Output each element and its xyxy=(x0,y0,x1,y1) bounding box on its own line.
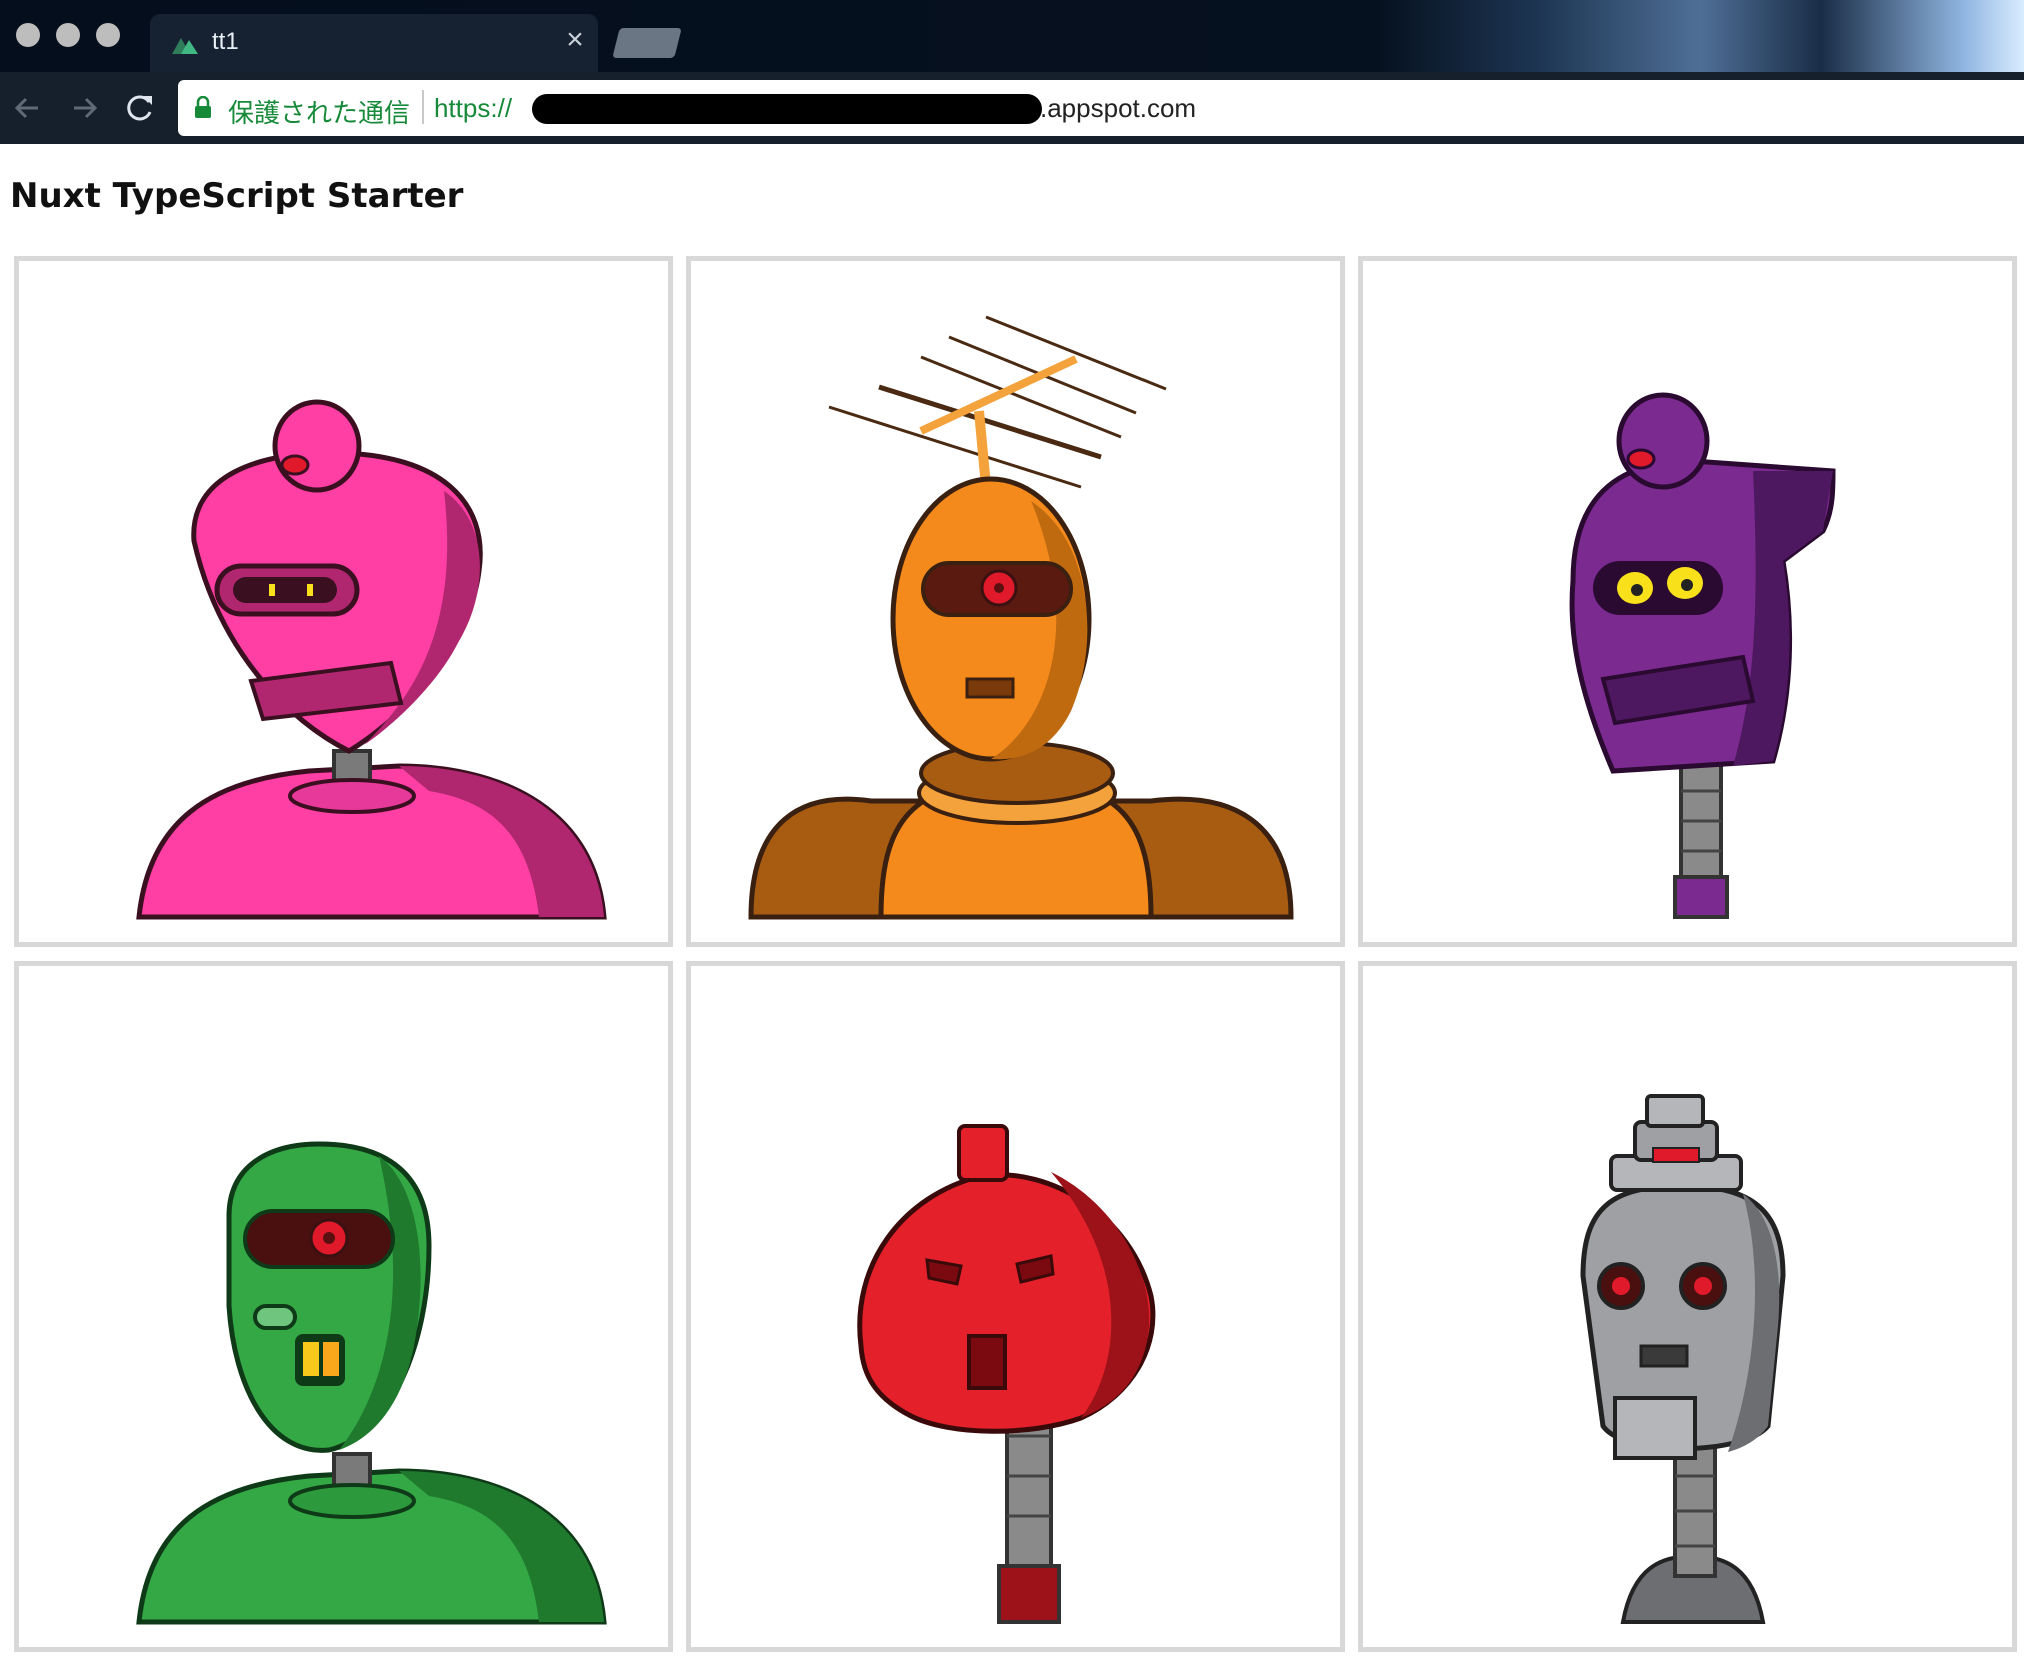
tab-title: tt1 xyxy=(212,28,239,55)
robot-image-purple xyxy=(1569,392,1836,919)
robot-card-green[interactable] xyxy=(14,961,673,1652)
robot-card-gray[interactable] xyxy=(1358,961,2017,1652)
browser-toolbar: 保護された通信 https:// .appspot.com xyxy=(0,72,2024,144)
browser-tab-bar: tt1 × xyxy=(0,0,2024,72)
window-maximize-dot[interactable] xyxy=(96,23,120,47)
robot-card-purple[interactable] xyxy=(1358,256,2017,947)
robot-image-orange xyxy=(748,315,1294,920)
robot-card-red[interactable] xyxy=(686,961,1345,1652)
address-bar[interactable]: 保護された通信 https:// .appspot.com xyxy=(178,80,2024,136)
redacted-url-segment xyxy=(532,94,1042,124)
reload-icon[interactable] xyxy=(118,86,162,130)
tab-close-icon[interactable]: × xyxy=(558,23,592,57)
back-arrow-icon[interactable] xyxy=(6,86,50,130)
robot-card-pink[interactable] xyxy=(14,256,673,947)
page-title: Nuxt TypeScript Starter xyxy=(10,176,464,216)
robot-image-gray xyxy=(1580,1094,1786,1624)
url-scheme: https:// xyxy=(434,93,513,123)
robot-image-red xyxy=(857,1124,1156,1624)
new-tab-button[interactable] xyxy=(612,28,682,58)
browser-tab[interactable]: tt1 × xyxy=(150,14,598,72)
address-separator xyxy=(422,90,424,124)
robot-image-pink xyxy=(136,399,607,920)
lock-icon xyxy=(195,96,211,118)
robot-card-orange[interactable] xyxy=(686,256,1345,947)
forward-arrow-icon[interactable] xyxy=(62,86,106,130)
nuxt-logo-icon xyxy=(172,38,198,54)
url-domain: .appspot.com xyxy=(1040,93,1197,123)
window-close-dot[interactable] xyxy=(16,23,40,47)
security-label: 保護された通信 xyxy=(228,98,411,128)
robot-grid xyxy=(14,256,2018,1654)
window-minimize-dot[interactable] xyxy=(56,23,80,47)
robot-image-green xyxy=(136,1141,607,1625)
